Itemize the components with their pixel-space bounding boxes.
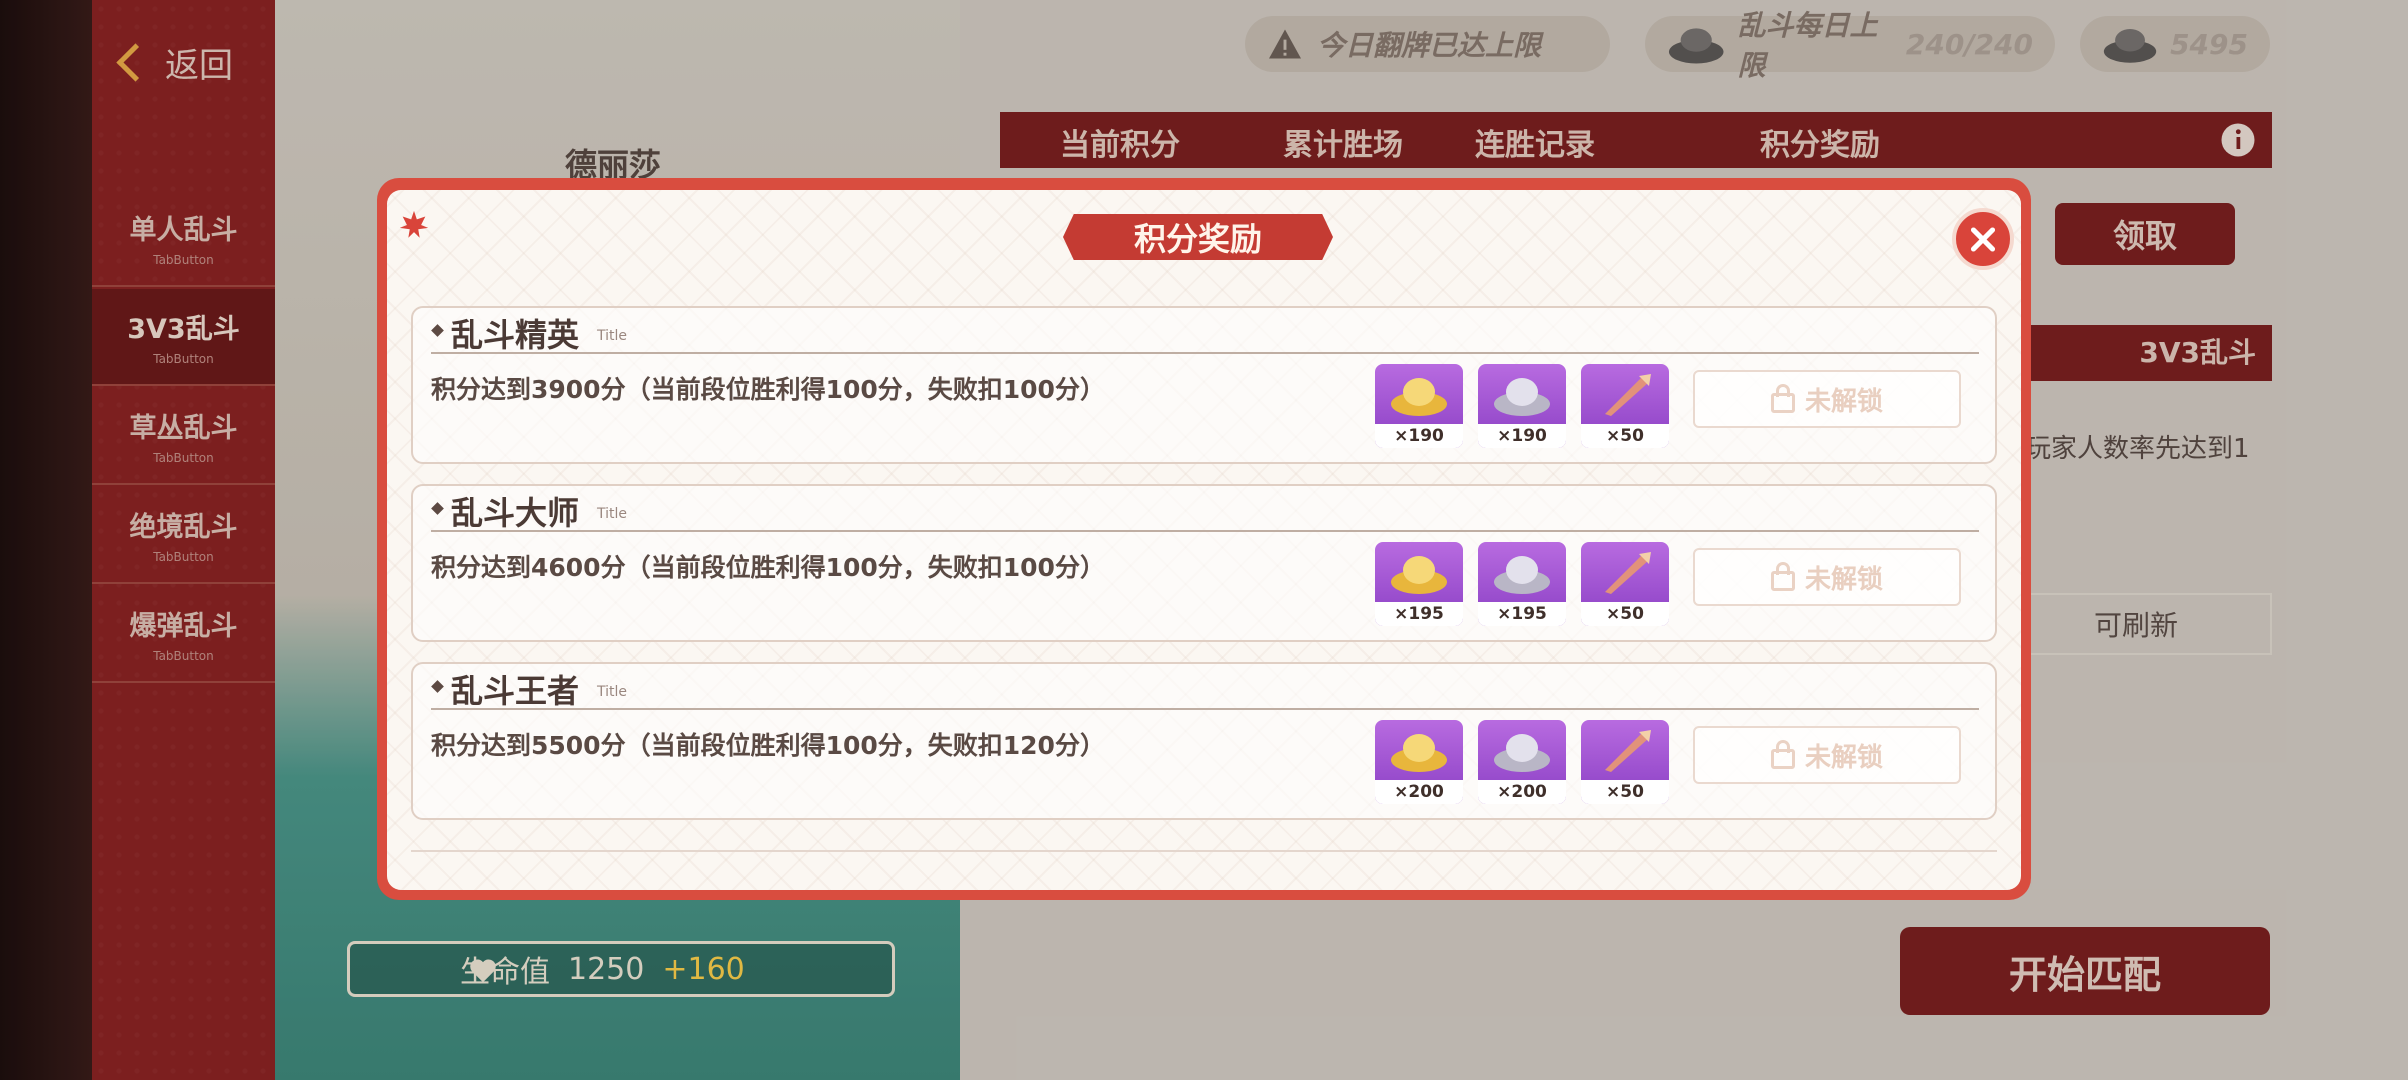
feather-token-icon	[1605, 730, 1651, 772]
gold-ingot-icon	[1391, 556, 1447, 594]
reward-title-sub: Title	[597, 506, 628, 522]
lock-status: 未解锁	[1804, 386, 1883, 417]
item-quantity: ×190	[1375, 424, 1463, 448]
reward-item[interactable]: ×195	[1375, 542, 1463, 626]
locked-button[interactable]: 未解锁	[1693, 726, 1961, 784]
reward-item[interactable]: ×50	[1581, 364, 1669, 448]
feather-token-icon	[1605, 374, 1651, 416]
reward-item[interactable]: ×195	[1478, 542, 1566, 626]
item-quantity: ×50	[1581, 424, 1669, 448]
locked-button[interactable]: 未解锁	[1693, 548, 1961, 606]
lock-status: 未解锁	[1804, 742, 1883, 773]
list-end-divider	[411, 850, 1997, 852]
reward-title: 乱斗精英	[451, 316, 580, 354]
score-reward-modal: 积分奖励 乱斗精英 Title 积分达到3900分（当前段位胜利得100分，失败…	[377, 178, 2031, 900]
modal-body: 积分奖励 乱斗精英 Title 积分达到3900分（当前段位胜利得100分，失败…	[387, 190, 2021, 890]
reward-item[interactable]: ×190	[1478, 364, 1566, 448]
divider	[431, 530, 1979, 532]
silver-ingot-icon	[1494, 734, 1550, 772]
lock-icon	[1770, 740, 1795, 769]
item-quantity: ×190	[1478, 424, 1566, 448]
silver-ingot-icon	[1494, 378, 1550, 416]
bullet-diamond-icon	[431, 502, 444, 515]
gold-ingot-icon	[1391, 734, 1447, 772]
divider	[431, 708, 1979, 710]
reward-item[interactable]: ×200	[1478, 720, 1566, 804]
lock-status: 未解锁	[1804, 564, 1883, 595]
item-quantity: ×195	[1478, 602, 1566, 626]
reward-title-sub: Title	[597, 328, 628, 344]
locked-button[interactable]: 未解锁	[1693, 370, 1961, 428]
reward-item[interactable]: ×50	[1581, 542, 1669, 626]
reward-item[interactable]: ×50	[1581, 720, 1669, 804]
item-quantity: ×200	[1478, 780, 1566, 804]
reward-card: 乱斗王者 Title 积分达到5500分（当前段位胜利得100分，失败扣120分…	[411, 662, 1997, 820]
reward-item[interactable]: ×190	[1375, 364, 1463, 448]
gold-ingot-icon	[1391, 378, 1447, 416]
reward-item[interactable]: ×200	[1375, 720, 1463, 804]
reward-card: 乱斗精英 Title 积分达到3900分（当前段位胜利得100分，失败扣100分…	[411, 306, 1997, 464]
close-button[interactable]	[1952, 208, 2014, 270]
item-quantity: ×50	[1581, 602, 1669, 626]
silver-ingot-icon	[1494, 556, 1550, 594]
item-quantity: ×200	[1375, 780, 1463, 804]
bullet-diamond-icon	[431, 324, 444, 337]
item-quantity: ×195	[1375, 602, 1463, 626]
lock-icon	[1770, 562, 1795, 591]
feather-token-icon	[1605, 552, 1651, 594]
divider	[431, 352, 1979, 354]
lock-icon	[1770, 384, 1795, 413]
item-quantity: ×50	[1581, 780, 1669, 804]
bullet-diamond-icon	[431, 680, 444, 693]
reward-description: 积分达到4600分（当前段位胜利得100分，失败扣100分）	[431, 553, 1105, 582]
reward-title-sub: Title	[597, 684, 628, 700]
reward-card: 乱斗大师 Title 积分达到4600分（当前段位胜利得100分，失败扣100分…	[411, 484, 1997, 642]
modal-title: 积分奖励	[1063, 214, 1333, 260]
reward-title: 乱斗王者	[451, 672, 580, 710]
reward-title: 乱斗大师	[451, 494, 580, 532]
maple-leaf-icon	[399, 210, 429, 238]
reward-description: 积分达到5500分（当前段位胜利得100分，失败扣120分）	[431, 731, 1105, 760]
reward-description: 积分达到3900分（当前段位胜利得100分，失败扣100分）	[431, 375, 1105, 404]
